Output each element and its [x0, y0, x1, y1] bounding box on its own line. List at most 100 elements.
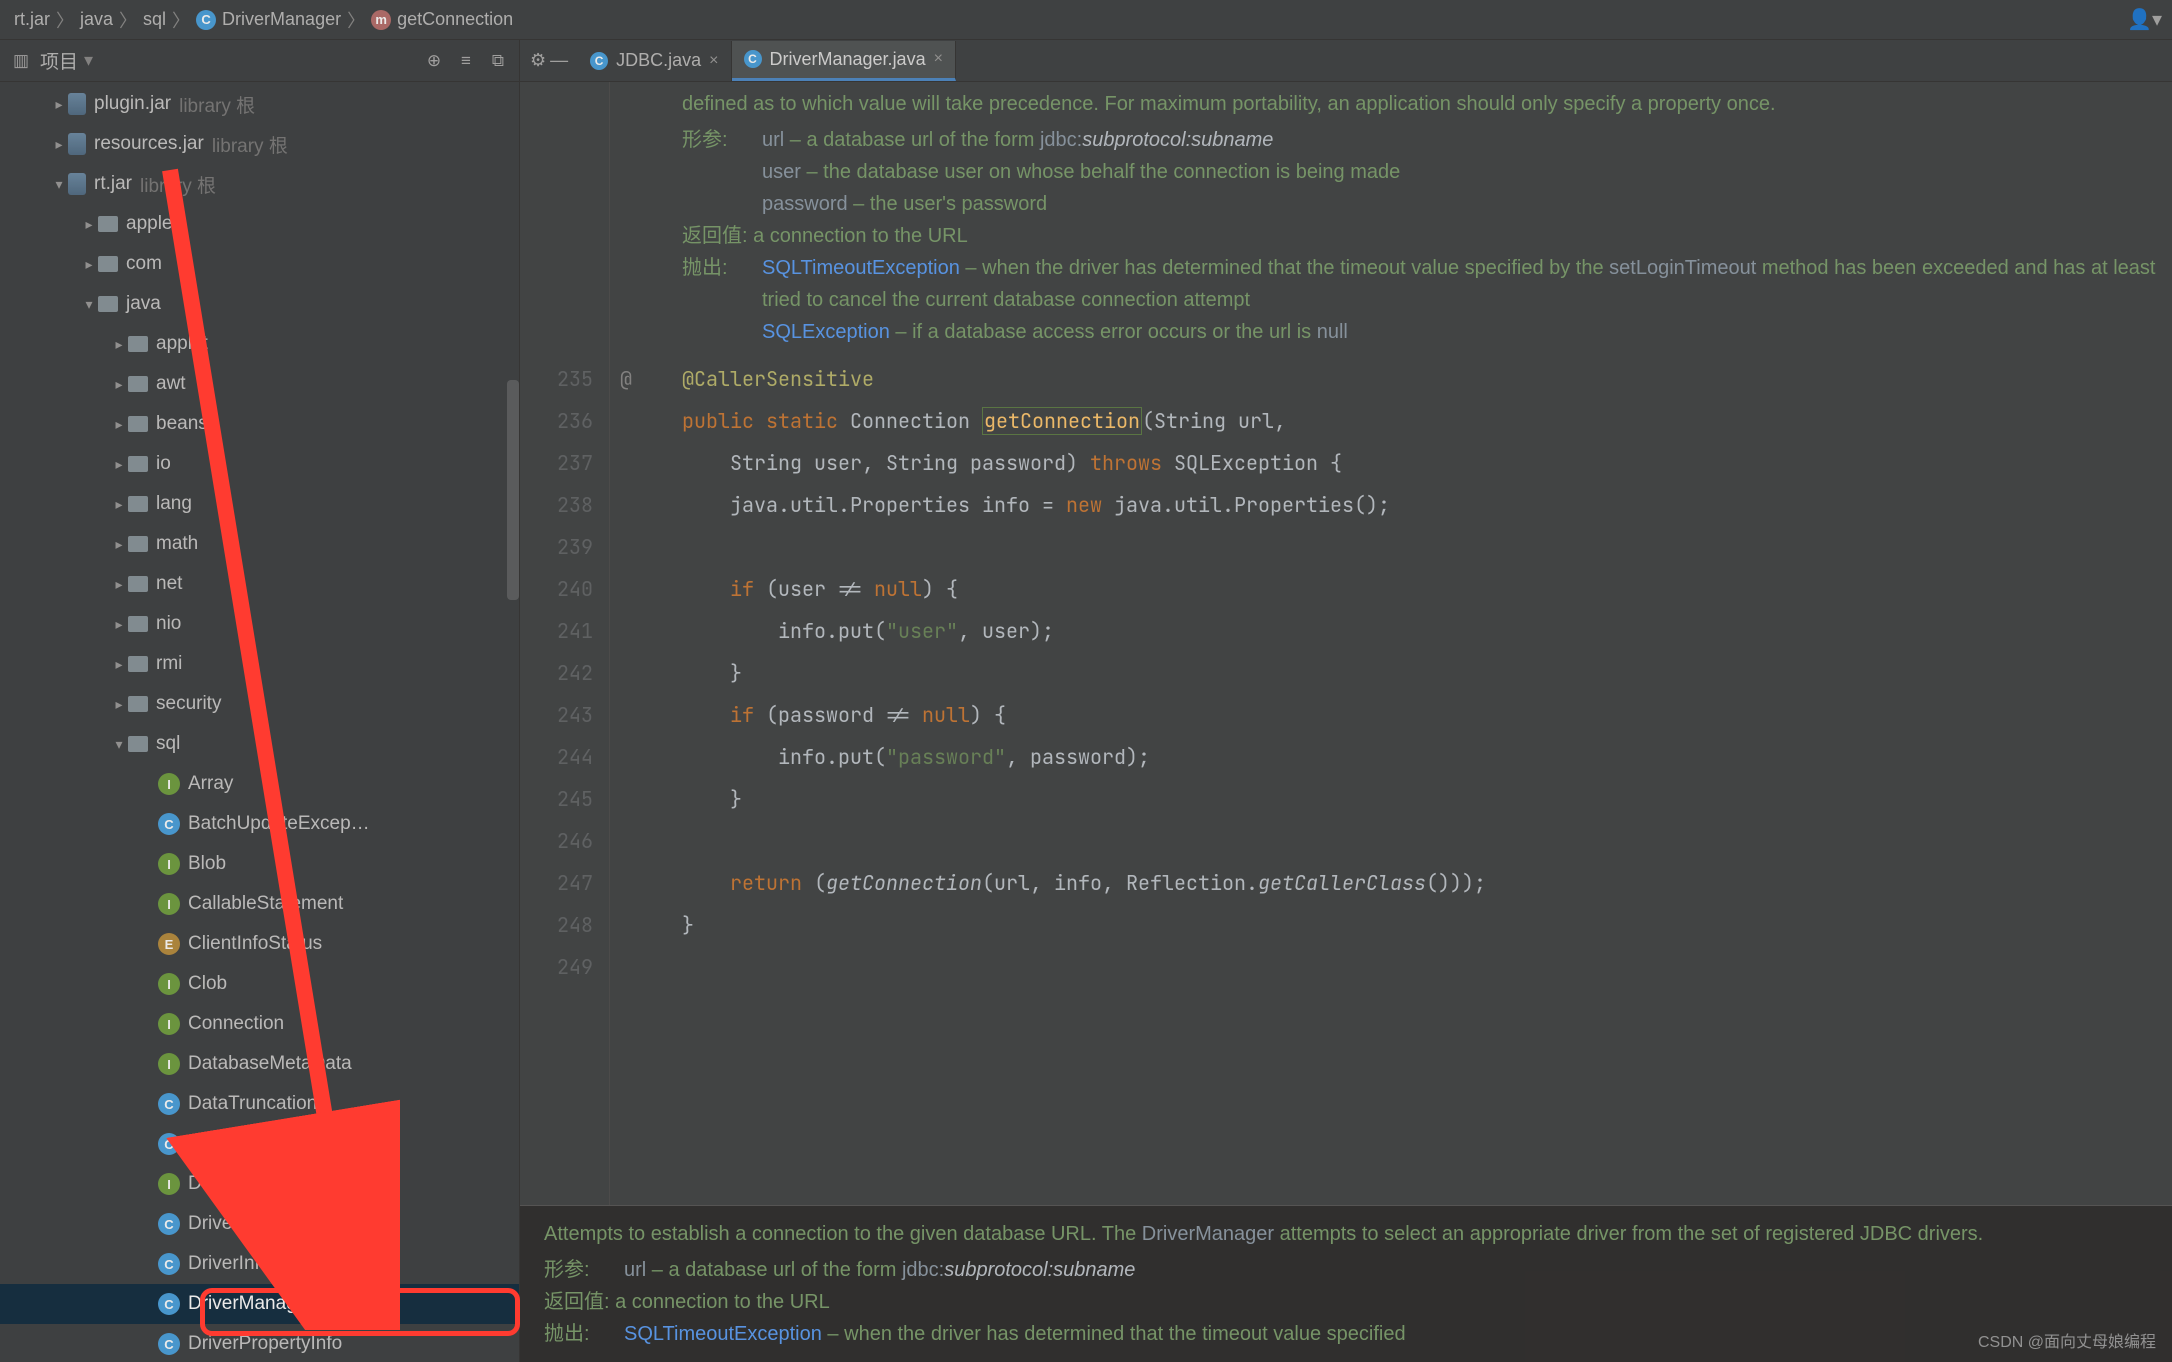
code-line[interactable]: [682, 946, 2172, 988]
code-editor[interactable]: 2352362372382392402412422432442452462472…: [520, 358, 2172, 1205]
tree-item-rmi[interactable]: ▸rmi: [0, 644, 519, 684]
crumb-sql[interactable]: sql: [139, 9, 170, 30]
scrollbar-thumb[interactable]: [507, 380, 519, 600]
exception-link[interactable]: SQLTimeoutException: [624, 1323, 822, 1345]
tree-item-batchupdateexcep-[interactable]: CBatchUpdateExcep…: [0, 804, 519, 844]
code-line[interactable]: if (password != null) {: [682, 694, 2172, 736]
code-line[interactable]: return (getConnection(url, info, Reflect…: [682, 862, 2172, 904]
tree-item-blob[interactable]: IBlob: [0, 844, 519, 884]
tree-item-driverinfo[interactable]: CDriverInfo: [0, 1244, 519, 1284]
tree-item-label: DatabaseMetaData: [188, 1053, 352, 1075]
project-tree[interactable]: ▸plugin.jarlibrary 根▸resources.jarlibrar…: [0, 82, 519, 1362]
crumb-class[interactable]: CDriverManager: [192, 9, 345, 30]
tree-item-math[interactable]: ▸math: [0, 524, 519, 564]
tree-arrow-icon[interactable]: ▸: [110, 416, 128, 433]
tree-item-connection[interactable]: IConnection: [0, 1004, 519, 1044]
minimize-icon[interactable]: —: [550, 50, 568, 71]
tree-arrow-icon[interactable]: ▸: [80, 256, 98, 273]
crumb-rt-jar[interactable]: rt.jar: [10, 9, 54, 30]
tree-arrow-icon[interactable]: ▾: [50, 176, 68, 193]
gear-icon[interactable]: ⚙: [530, 50, 546, 71]
target-icon[interactable]: ⊕: [421, 48, 447, 74]
exception-link[interactable]: SQLException: [762, 321, 890, 343]
tree-item-sql[interactable]: ▾sql: [0, 724, 519, 764]
tree-item-resources-jar[interactable]: ▸resources.jarlibrary 根: [0, 124, 519, 164]
close-icon[interactable]: ×: [934, 50, 943, 68]
tree-item-io[interactable]: ▸io: [0, 444, 519, 484]
tree-item-plugin-jar[interactable]: ▸plugin.jarlibrary 根: [0, 84, 519, 124]
tree-item-net[interactable]: ▸net: [0, 564, 519, 604]
tree-item-date[interactable]: CDate: [0, 1124, 519, 1164]
class-icon: C: [196, 10, 216, 30]
chevron-down-icon[interactable]: ▾: [84, 50, 93, 71]
tree-arrow-icon[interactable]: ▸: [50, 96, 68, 113]
tree-item-driveraction[interactable]: CDriverAction: [0, 1204, 519, 1244]
tree-item-java[interactable]: ▾java: [0, 284, 519, 324]
tree-item-clientinfostatus[interactable]: EClientInfoStatus: [0, 924, 519, 964]
tree-item-drivermanager[interactable]: CDriverManager: [0, 1284, 519, 1324]
code-line[interactable]: }: [682, 778, 2172, 820]
code-line[interactable]: public static Connection getConnection(S…: [682, 400, 2172, 442]
project-view-icon[interactable]: ▥: [8, 48, 34, 74]
code-line[interactable]: String user, String password) throws SQL…: [682, 442, 2172, 484]
tab-jdbc[interactable]: C JDBC.java ×: [578, 41, 731, 81]
code-line[interactable]: @CallerSensitive: [682, 358, 2172, 400]
tree-arrow-icon[interactable]: ▸: [80, 216, 98, 233]
tree-arrow-icon[interactable]: ▸: [110, 376, 128, 393]
tree-arrow-icon[interactable]: ▸: [110, 656, 128, 673]
exception-link[interactable]: SQLTimeoutException: [762, 257, 960, 279]
line-number: 237: [520, 442, 593, 484]
tree-item-applet[interactable]: ▸applet: [0, 324, 519, 364]
tree-arrow-icon[interactable]: ▸: [110, 536, 128, 553]
tree-item-com[interactable]: ▸com: [0, 244, 519, 284]
code-line[interactable]: [682, 526, 2172, 568]
code-line[interactable]: }: [682, 652, 2172, 694]
tree-item-callablestatement[interactable]: ICallableStatement: [0, 884, 519, 924]
close-icon[interactable]: ×: [709, 52, 718, 70]
tree-arrow-icon[interactable]: ▸: [110, 336, 128, 353]
folder-icon: [128, 336, 148, 352]
tree-item-label: DriverAction: [188, 1213, 291, 1235]
tree-item-hint: library 根: [212, 131, 288, 158]
code-line[interactable]: }: [682, 904, 2172, 946]
tree-arrow-icon[interactable]: ▸: [110, 576, 128, 593]
tree-item-beans[interactable]: ▸beans: [0, 404, 519, 444]
code-line[interactable]: if (user != null) {: [682, 568, 2172, 610]
tree-item-nio[interactable]: ▸nio: [0, 604, 519, 644]
class-icon: C: [158, 1133, 180, 1155]
code-content[interactable]: @CallerSensitivepublic static Connection…: [642, 358, 2172, 1205]
tree-arrow-icon[interactable]: ▸: [110, 696, 128, 713]
tree-item-array[interactable]: IArray: [0, 764, 519, 804]
user-icon[interactable]: 👤▾: [2127, 7, 2162, 32]
tree-item-datatruncation[interactable]: CDataTruncation: [0, 1084, 519, 1124]
tree-item-apple[interactable]: ▸apple: [0, 204, 519, 244]
tree-item-lang[interactable]: ▸lang: [0, 484, 519, 524]
tree-arrow-icon[interactable]: ▸: [110, 496, 128, 513]
tree-item-clob[interactable]: IClob: [0, 964, 519, 1004]
tree-item-databasemetadata[interactable]: IDatabaseMetaData: [0, 1044, 519, 1084]
tree-item-rt-jar[interactable]: ▾rt.jarlibrary 根: [0, 164, 519, 204]
code-line[interactable]: info.put("password", password);: [682, 736, 2172, 778]
chevron-right-icon: 〉: [117, 7, 139, 33]
code-line[interactable]: java.util.Properties info = new java.uti…: [682, 484, 2172, 526]
tree-item-awt[interactable]: ▸awt: [0, 364, 519, 404]
tree-arrow-icon[interactable]: ▸: [110, 616, 128, 633]
tree-arrow-icon[interactable]: ▸: [110, 456, 128, 473]
tree-item-security[interactable]: ▸security: [0, 684, 519, 724]
tree-arrow-icon[interactable]: ▾: [110, 736, 128, 753]
crumb-method[interactable]: mgetConnection: [367, 9, 517, 30]
code-line[interactable]: [682, 820, 2172, 862]
folder-icon: [128, 696, 148, 712]
tab-drivermanager[interactable]: C DriverManager.java ×: [732, 41, 956, 81]
enum-icon: E: [158, 933, 180, 955]
tree-arrow-icon[interactable]: ▸: [50, 136, 68, 153]
tree-arrow-icon[interactable]: ▾: [80, 296, 98, 313]
crumb-java[interactable]: java: [76, 9, 117, 30]
code-line[interactable]: info.put("user", user);: [682, 610, 2172, 652]
collapse-all-icon[interactable]: ⧉: [485, 48, 511, 74]
tree-item-driver[interactable]: IDriver: [0, 1164, 519, 1204]
class-icon: C: [590, 52, 608, 70]
expand-all-icon[interactable]: ≡: [453, 48, 479, 74]
tree-item-driverpropertyinfo[interactable]: CDriverPropertyInfo: [0, 1324, 519, 1362]
sidebar-title[interactable]: 项目: [40, 47, 78, 74]
